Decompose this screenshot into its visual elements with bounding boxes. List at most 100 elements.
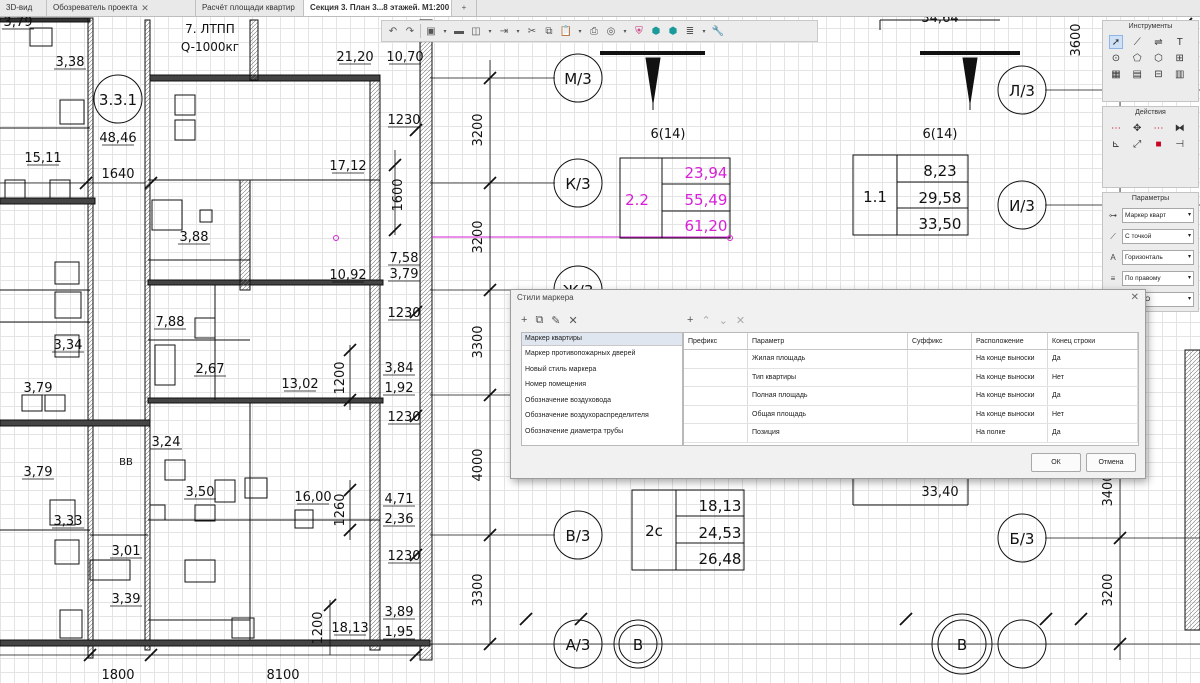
move-down-icon[interactable]: ⌄ (719, 314, 728, 327)
mirror-icon[interactable]: ⧓ (1173, 121, 1187, 135)
duplicate-style-icon[interactable]: ⧉ (535, 314, 543, 327)
cell-prefix[interactable] (684, 386, 748, 406)
cell-eol[interactable]: Нет (1047, 405, 1138, 424)
grid-tool-icon[interactable]: ⊟ (1152, 67, 1166, 81)
cancel-button[interactable]: Отмена (1086, 453, 1136, 472)
orientation-select[interactable]: Горизонталь ▾ (1122, 250, 1194, 265)
offset-icon[interactable]: ■ (1152, 137, 1166, 151)
cell-location[interactable]: На полке (971, 423, 1048, 443)
image-tool-icon[interactable]: ▤ (1130, 67, 1144, 81)
add-param-icon[interactable]: + (687, 314, 693, 326)
tab-area-calc[interactable]: Расчёт площади квартир (196, 0, 304, 16)
cell-suffix[interactable] (907, 405, 972, 424)
styles-list[interactable]: Маркер квартиры Маркер противопожарных д… (521, 332, 683, 446)
level-tool-icon[interactable]: ⊞ (1173, 51, 1187, 65)
cell-param[interactable]: Позиция (747, 423, 908, 443)
column-header[interactable]: Префикс (684, 333, 748, 350)
marker-tool-icon[interactable]: ⊙ (1109, 51, 1123, 65)
table-row[interactable]: Тип квартиры На конце выноски Нет (684, 368, 1138, 387)
cell-param[interactable]: Общая площадь (747, 405, 908, 424)
column-header[interactable]: Конец строки (1047, 333, 1138, 350)
edit-style-icon[interactable]: ✎ (551, 314, 560, 327)
cell-prefix[interactable] (684, 423, 748, 443)
frame-tool-icon[interactable]: ▥ (1173, 67, 1187, 81)
column-header[interactable]: Параметр (747, 333, 908, 350)
chevron-down-icon[interactable]: ▾ (621, 24, 629, 38)
layers-icon[interactable]: ≣ (683, 24, 697, 38)
cell-suffix[interactable] (907, 368, 972, 387)
chevron-down-icon[interactable]: ▾ (700, 24, 708, 38)
list-item[interactable]: Обозначение воздуховода (522, 393, 682, 409)
marker-type-select[interactable]: Маркер кварт ▾ (1122, 208, 1194, 223)
list-item[interactable]: Маркер противопожарных дверей (522, 346, 682, 362)
dimension-tool-icon[interactable]: ⇌ (1152, 35, 1166, 49)
cell-location[interactable]: На конце выноски (971, 405, 1048, 424)
cut-icon[interactable]: ✂ (525, 24, 539, 38)
folder-open-icon[interactable]: ▬ (452, 24, 466, 38)
add-style-icon[interactable]: + (521, 314, 527, 326)
list-item[interactable]: Обозначение диаметра трубы (522, 424, 682, 440)
wrench-icon[interactable]: 🔧 (711, 24, 725, 38)
list-item[interactable]: Новый стиль маркера (522, 362, 682, 378)
list-item[interactable]: Номер помещения (522, 377, 682, 393)
cell-suffix[interactable] (907, 349, 972, 369)
dialog-title-bar[interactable]: Стили маркера ✕ (511, 290, 1145, 306)
undo-icon[interactable]: ↶ (386, 24, 400, 38)
column-header[interactable]: Расположение (971, 333, 1048, 350)
delete-param-icon[interactable]: ✕ (736, 314, 745, 327)
tab-3d-view[interactable]: 3D-вид (0, 0, 47, 16)
delete-style-icon[interactable]: ✕ (569, 314, 578, 327)
close-icon[interactable]: ✕ (141, 0, 149, 16)
chevron-down-icon[interactable]: ▾ (486, 24, 494, 38)
print-icon[interactable]: ⎙ (587, 24, 601, 38)
rotate-icon[interactable]: ⊾ (1109, 137, 1123, 151)
chevron-down-icon[interactable]: ▾ (514, 24, 522, 38)
cell-eol[interactable]: Да (1047, 349, 1138, 369)
cell-eol[interactable]: Да (1047, 386, 1138, 406)
tab-section-plan[interactable]: Секция 3. План 3...8 этажей. М1:200✕ (304, 0, 452, 16)
extend-icon[interactable]: ⊣ (1173, 137, 1187, 151)
list-item[interactable]: Обозначение воздухораспределителя (522, 408, 682, 424)
styles-list-selected[interactable]: Маркер квартиры (522, 333, 682, 346)
join-icon[interactable]: ⋯ (1109, 121, 1123, 135)
zl-icon[interactable]: ⬢ (666, 24, 680, 38)
ok-button[interactable]: ОК (1031, 453, 1081, 472)
paste-icon[interactable]: 📋 (559, 24, 573, 38)
redo-icon[interactable]: ↷ (403, 24, 417, 38)
cell-suffix[interactable] (907, 386, 972, 406)
select-arrow-icon[interactable]: ➚ (1109, 35, 1123, 49)
save-icon[interactable]: ◫ (469, 24, 483, 38)
cell-param[interactable]: Тип квартиры (747, 368, 908, 387)
add-tab-button[interactable]: + (452, 0, 477, 16)
cell-param[interactable]: Жилая площадь (747, 349, 908, 369)
table-row[interactable]: Позиция На полке Да (684, 423, 1138, 443)
table-tool-icon[interactable]: ▦ (1109, 67, 1123, 81)
copy-icon[interactable]: ⧉ (542, 24, 556, 38)
view-settings-icon[interactable]: ◎ (604, 24, 618, 38)
column-header[interactable]: Суффикс (907, 333, 972, 350)
cell-prefix[interactable] (684, 349, 748, 369)
cell-location[interactable]: На конце выноски (971, 386, 1048, 406)
chevron-down-icon[interactable]: ▾ (441, 24, 449, 38)
table-row[interactable]: Полная площадь На конце выноски Да (684, 386, 1138, 406)
close-icon[interactable]: ✕ (1131, 290, 1139, 306)
chevron-down-icon[interactable]: ▾ (576, 24, 584, 38)
cell-prefix[interactable] (684, 405, 748, 424)
move-up-icon[interactable]: ⌃ (701, 314, 710, 327)
cell-param[interactable]: Полная площадь (747, 386, 908, 406)
shape-tool-icon[interactable]: ⬠ (1130, 51, 1144, 65)
text-tool-icon[interactable]: T (1173, 35, 1187, 49)
cell-eol[interactable]: Нет (1047, 368, 1138, 387)
trim-icon[interactable]: ⋯ (1152, 121, 1166, 135)
alignment-select[interactable]: По правому ▾ (1122, 271, 1194, 286)
shield-icon[interactable]: ⛨ (632, 24, 646, 38)
3d-box-icon[interactable]: ▣ (424, 24, 438, 38)
cube-tool-icon[interactable]: ⬡ (1152, 51, 1166, 65)
scale-icon[interactable]: ⤢ (1130, 137, 1144, 151)
export-icon[interactable]: ⇥ (497, 24, 511, 38)
table-row[interactable]: Жилая площадь На конце выноски Да (684, 349, 1138, 369)
table-row[interactable]: Общая площадь На конце выноски Нет (684, 405, 1138, 424)
line-tool-icon[interactable]: ⟋ (1130, 35, 1144, 49)
cell-prefix[interactable] (684, 368, 748, 387)
cell-suffix[interactable] (907, 423, 972, 443)
